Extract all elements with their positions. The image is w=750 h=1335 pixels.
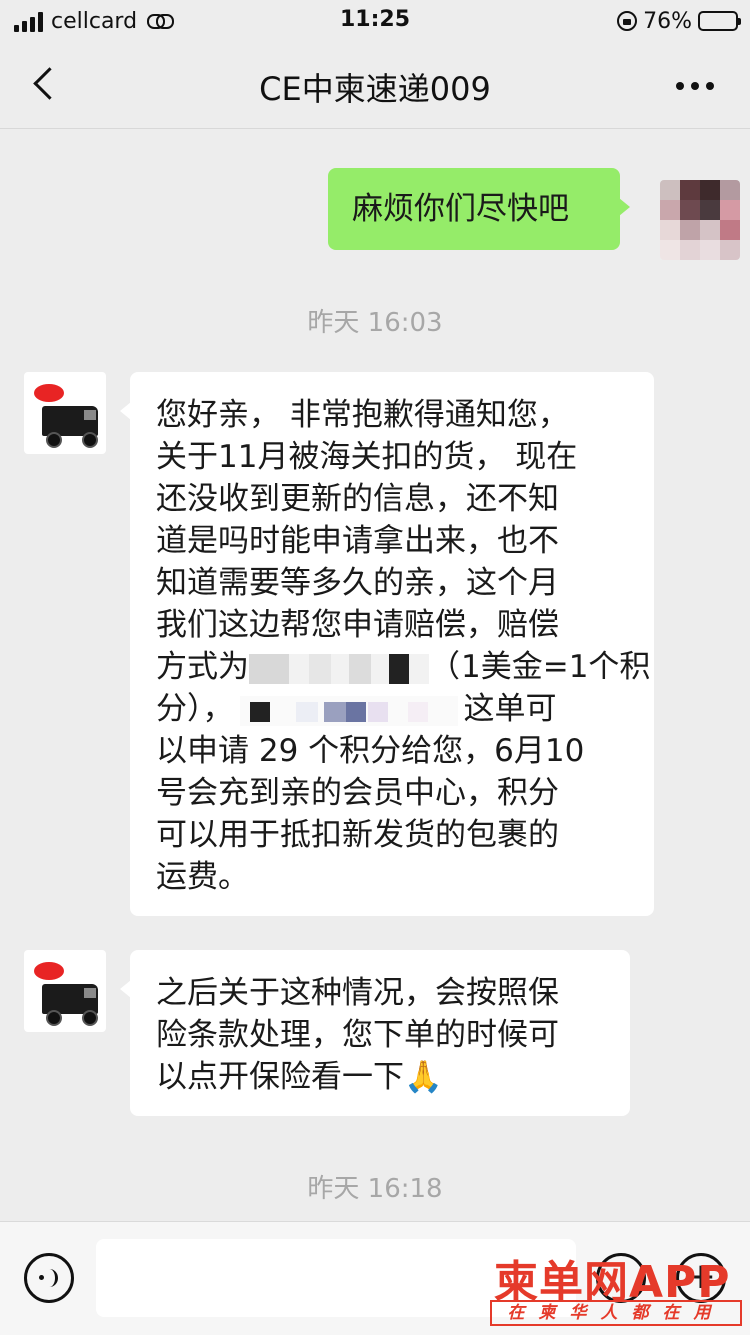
watermark-logo: 柬单网APP 在柬华人都在用 [490,1244,746,1330]
message-line: 还没收到更新的信息，还不知 [156,481,559,517]
timestamp: 昨天 16:18 [307,1174,443,1204]
message-fragment: 方式为 [156,649,249,685]
status-right: 76% [617,7,741,35]
message-bubble-incoming[interactable]: 您好亲， 非常抱歉得通知您， 关于11月被海关扣的货， 现在 还没收到更新的信息… [120,372,654,916]
message-fragment: 这单可 [463,691,557,727]
more-icon[interactable] [676,82,714,90]
battery-percentage: 76% [643,8,692,34]
message-bubble-outgoing[interactable]: 麻烦你们尽快吧 [328,168,630,250]
message-line: 可以用于抵扣新发货的包裹的 [156,817,559,853]
message-line: 之后关于这种情况，会按照保 [156,975,559,1011]
message-line: 关于11月被海关扣的货， 现在 [156,439,578,475]
message-line: 以申请 29 个积分给您，6月10 [156,733,585,769]
message-line: 以点开保险看一下🙏 [156,1056,604,1098]
message-bubble-incoming[interactable]: 之后关于这种情况，会按照保 险条款处理，您下单的时候可 以点开保险看一下🙏 [120,950,630,1116]
message-line: 险条款处理，您下单的时候可 [156,1017,559,1053]
contact-avatar[interactable] [24,950,106,1032]
praying-hands-emoji: 🙏 [404,1059,443,1095]
chat-header: CE中柬速递009 [0,42,750,129]
message-line: 道是吗时能申请拿出来，也不 [156,523,559,559]
message-line: 运费。 [156,859,249,895]
message-line: 分）， 这单可 [156,691,557,727]
message-line: 您好亲， 非常抱歉得通知您， [156,397,569,433]
message-line: 号会充到亲的会员中心，积分 [156,775,559,811]
battery-icon [698,11,741,31]
watermark-slogan: 在柬华人都在用 [490,1300,742,1326]
message-line: 知道需要等多久的亲，这个月 [156,565,559,601]
voice-icon[interactable] [24,1253,74,1303]
status-bar: cellcard 11:25 76% [0,0,750,42]
my-avatar[interactable] [660,180,740,260]
message-fragment: 以点开保险看一下 [156,1059,404,1095]
chat-title: CE中柬速递009 [259,70,491,108]
message-text: 麻烦你们尽快吧 [352,191,569,227]
message-line: 我们这边帮您申请赔偿，赔偿 [156,607,559,643]
rotation-lock-icon [617,11,638,31]
timestamp: 昨天 16:03 [307,308,443,338]
redacted-mosaic [249,653,429,684]
message-line: 方式为 （1美金=1个积 [156,649,651,685]
message-fragment: 1美金=1个积 [461,649,651,685]
redacted-mosaic [239,695,458,726]
message-fragment: 分） [156,691,203,727]
contact-avatar[interactable] [24,372,106,454]
